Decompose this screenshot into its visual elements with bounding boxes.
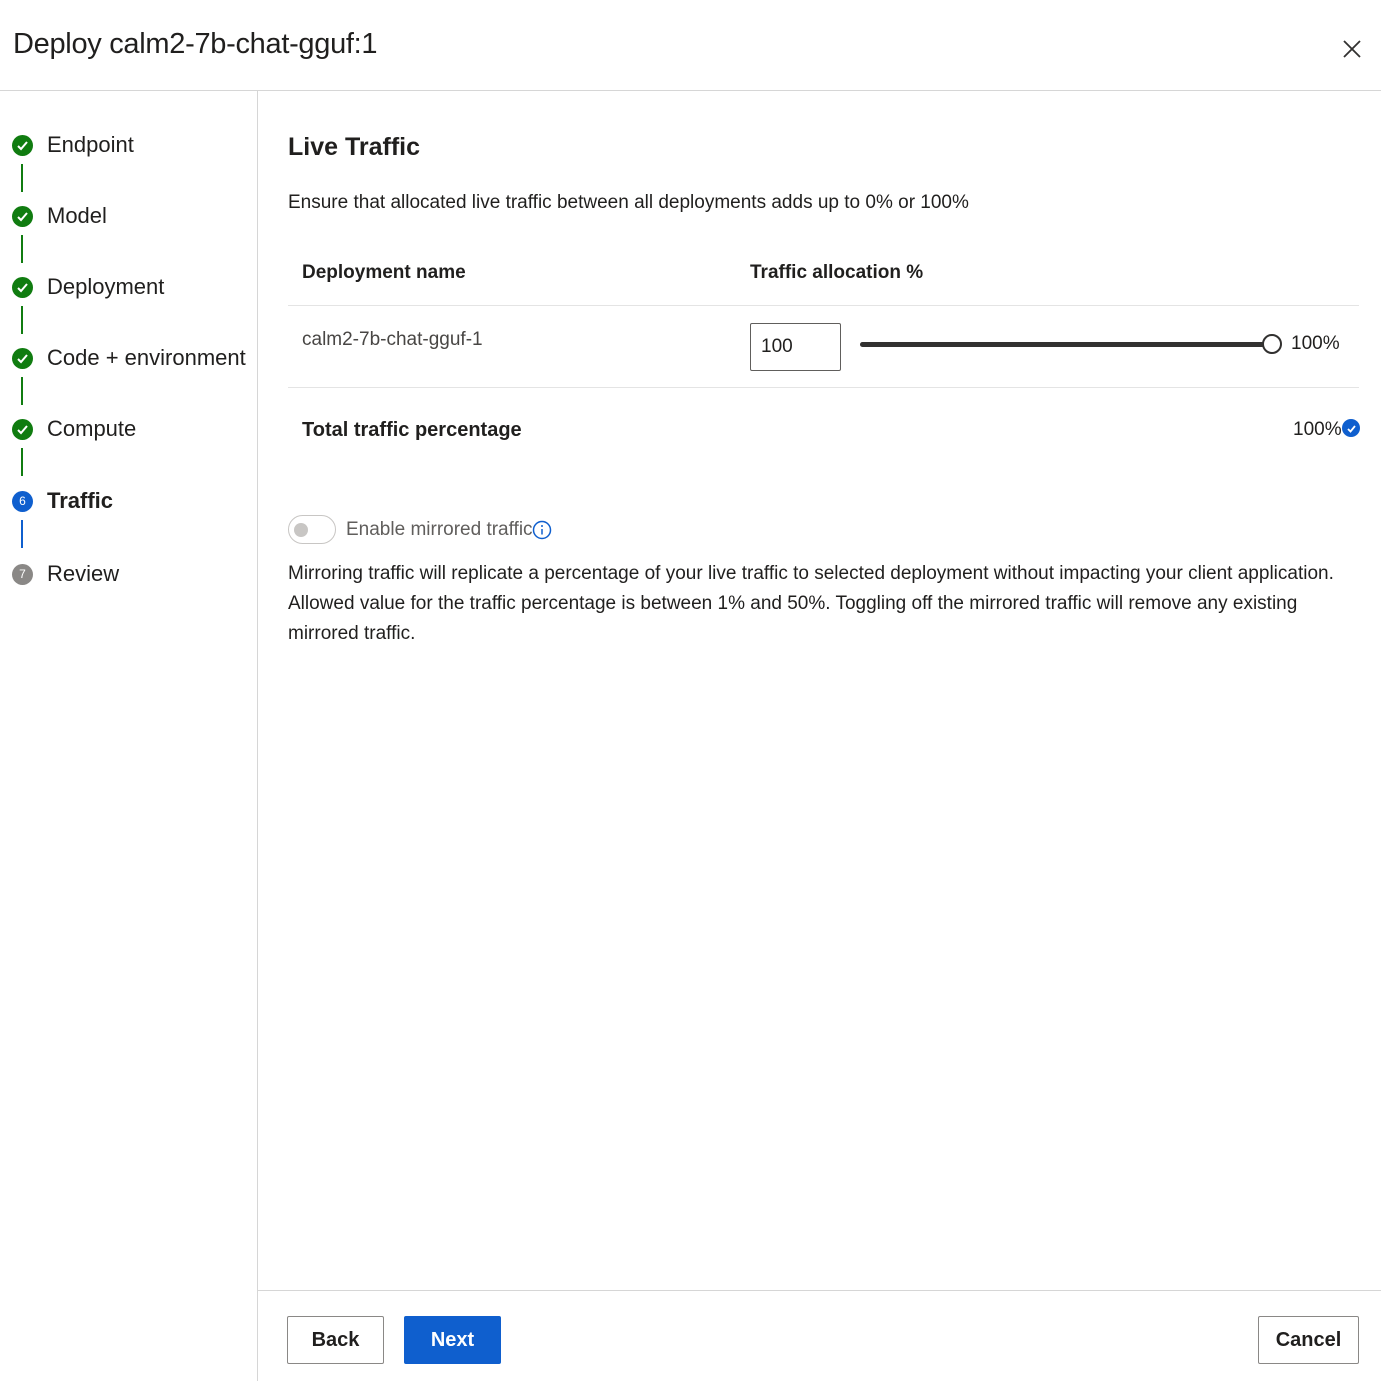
dialog-title: Deploy calm2-7b-chat-gguf:1 [13, 28, 378, 60]
step-endpoint[interactable]: Endpoint [12, 130, 134, 160]
traffic-allocation-input[interactable] [750, 323, 841, 371]
step-connector [21, 520, 23, 548]
cancel-button[interactable]: Cancel [1258, 1316, 1359, 1364]
section-description: Ensure that allocated live traffic betwe… [288, 192, 969, 213]
step-number-badge: 7 [12, 563, 33, 585]
step-connector [21, 448, 23, 476]
close-icon[interactable] [1336, 33, 1368, 65]
checkmark-icon [12, 134, 33, 156]
checkmark-icon [12, 347, 33, 369]
step-label: Review [47, 561, 120, 586]
checkmark-icon [12, 418, 33, 440]
step-connector [21, 235, 23, 263]
toggle-knob [294, 523, 308, 537]
step-traffic[interactable]: 6 Traffic [12, 486, 113, 516]
info-icon[interactable] [532, 520, 552, 540]
mirrored-traffic-description: Mirroring traffic will replicate a perce… [288, 563, 1334, 644]
step-label: Endpoint [47, 132, 134, 157]
step-deployment[interactable]: Deployment [12, 272, 164, 302]
step-model[interactable]: Model [12, 201, 107, 231]
step-label: Compute [47, 416, 137, 441]
total-traffic-label: Total traffic percentage [302, 419, 522, 441]
dialog-header: Deploy calm2-7b-chat-gguf:1 [0, 0, 1381, 91]
slider-fill [860, 342, 1272, 347]
step-connector [21, 306, 23, 334]
step-number-badge: 6 [12, 490, 33, 512]
back-button[interactable]: Back [287, 1316, 384, 1364]
traffic-allocation-slider[interactable] [860, 329, 1282, 359]
step-compute[interactable]: Compute [12, 414, 136, 444]
step-connector [21, 164, 23, 192]
column-header-traffic-allocation: Traffic allocation % [750, 262, 924, 283]
deployment-name: calm2-7b-chat-gguf-1 [302, 329, 483, 350]
step-code-environment[interactable]: Code + environment [12, 343, 246, 373]
divider [288, 387, 1359, 388]
divider [288, 305, 1359, 306]
column-header-deployment-name: Deployment name [302, 262, 466, 283]
checkmark-icon [1342, 419, 1360, 437]
step-review[interactable]: 7 Review [12, 559, 119, 589]
step-label: Traffic [47, 488, 114, 513]
checkmark-icon [12, 205, 33, 227]
next-button[interactable]: Next [404, 1316, 501, 1364]
slider-thumb[interactable] [1262, 334, 1282, 354]
dialog-footer: Back Next Cancel [258, 1290, 1381, 1381]
step-connector [21, 377, 23, 405]
slider-value: 100% [1291, 333, 1340, 354]
step-label: Deployment [47, 274, 165, 299]
section-title: Live Traffic [288, 133, 420, 161]
mirrored-traffic-label: Enable mirrored traffic [346, 519, 533, 540]
step-label: Model [47, 203, 107, 228]
mirrored-traffic-toggle[interactable] [288, 515, 336, 544]
total-traffic-value: 100% [1293, 419, 1342, 440]
checkmark-icon [12, 276, 33, 298]
step-label: Code + environment [47, 345, 246, 370]
wizard-steps: Endpoint Model Deployment Code + environ… [0, 91, 258, 1381]
